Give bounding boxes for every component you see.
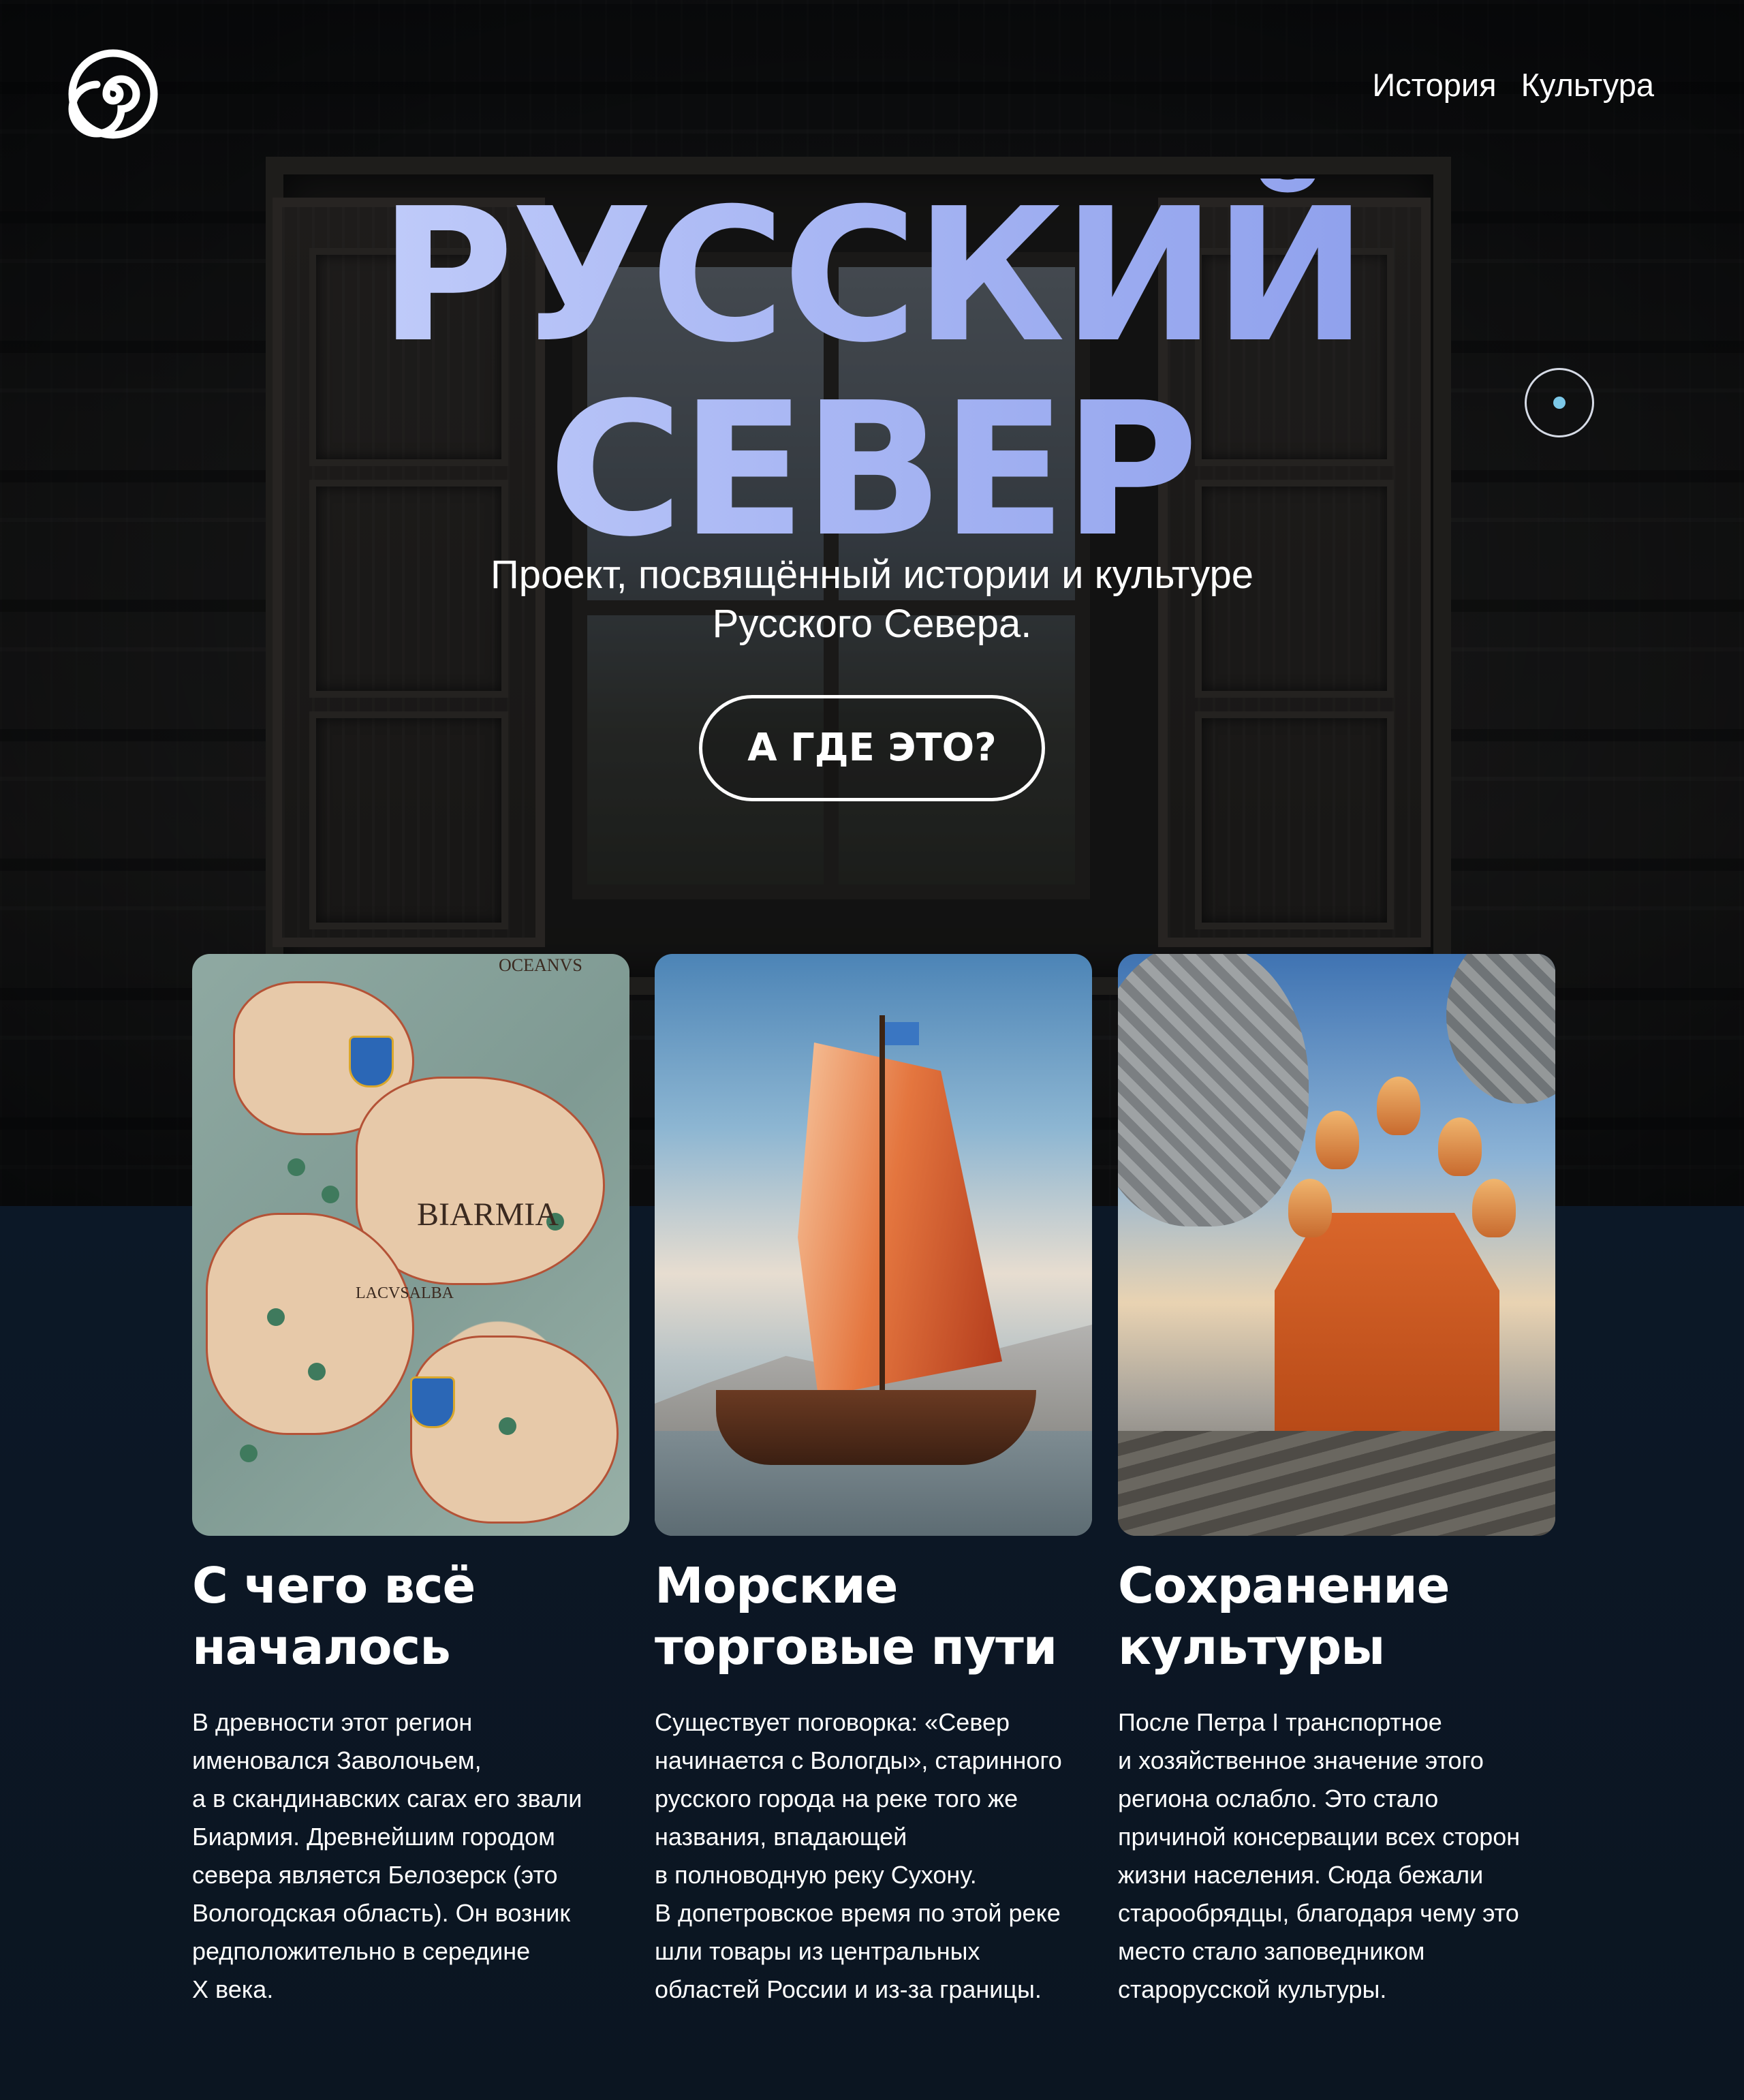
spiral-logo-icon[interactable] — [68, 49, 158, 139]
tree-icon — [287, 1158, 305, 1176]
tree-icon — [308, 1363, 326, 1380]
nav-history-link[interactable]: История — [1372, 65, 1496, 106]
church-cupola — [1315, 1111, 1359, 1169]
map-label: BIARMIA — [417, 1196, 559, 1233]
church-cupola — [1472, 1179, 1516, 1237]
coat-of-arms-icon — [349, 1036, 394, 1087]
viking-ship-image[interactable] — [655, 954, 1092, 1536]
wooden-dome — [1118, 954, 1309, 1226]
coat-of-arms-icon — [410, 1376, 455, 1428]
tree-icon — [267, 1308, 285, 1326]
map-label: LACVSALBA — [356, 1284, 454, 1302]
ship-hull — [716, 1390, 1036, 1465]
wooden-church-image[interactable] — [1118, 954, 1555, 1536]
tree-icon — [499, 1417, 516, 1435]
ship-mast — [879, 1015, 885, 1438]
card-text: Существует поговорка: «Север начинается … — [655, 1708, 1062, 2003]
tree-icon — [240, 1445, 258, 1462]
scroll-indicator[interactable] — [1525, 368, 1594, 437]
card-culture-preservation: Сохранение культуры После Петра I трансп… — [1118, 954, 1555, 2003]
nav-culture-link[interactable]: Культура — [1521, 65, 1654, 106]
old-map-image[interactable]: OCEANVS BIARMIA LACVSALBA — [192, 954, 629, 1536]
page-title-line-1: РУССКИЙ — [0, 179, 1744, 373]
map-label: OCEANVS — [499, 955, 582, 975]
card-text: В древности этот регион именовался Завол… — [192, 1708, 582, 2003]
ship-sail — [798, 1043, 1002, 1397]
card-title: Сохранение культуры — [1118, 1557, 1450, 1676]
card-history-beginning: OCEANVS BIARMIA LACVSALBA С чего всё нач… — [192, 954, 629, 2003]
card-title: С чего всё началось — [192, 1557, 476, 1676]
page-title: РУССКИЙ СЕВЕР — [0, 179, 1744, 567]
church-cupola — [1377, 1077, 1420, 1135]
card-title: Морские торговые пути — [655, 1557, 1057, 1676]
where-is-it-button[interactable]: А ГДЕ ЭТО? — [699, 695, 1045, 801]
top-nav: История Культура — [1372, 65, 1654, 106]
hero-subtitle: Проект, посвящённый истории и культуре Р… — [490, 553, 1254, 646]
wooden-roof — [1118, 1431, 1555, 1536]
card-text: После Петра I транспортное и хозяйственн… — [1118, 1708, 1521, 2003]
ship-flag-icon — [885, 1022, 919, 1045]
page-title-line-2: СЕВЕР — [0, 373, 1744, 567]
wooden-dome — [1446, 954, 1555, 1104]
church-cupola — [1438, 1117, 1482, 1176]
map-land — [356, 1077, 605, 1285]
tree-icon — [322, 1186, 339, 1203]
card-sea-trade-routes: Морские торговые пути Существует поговор… — [655, 954, 1092, 2003]
church-cupola — [1288, 1179, 1332, 1237]
